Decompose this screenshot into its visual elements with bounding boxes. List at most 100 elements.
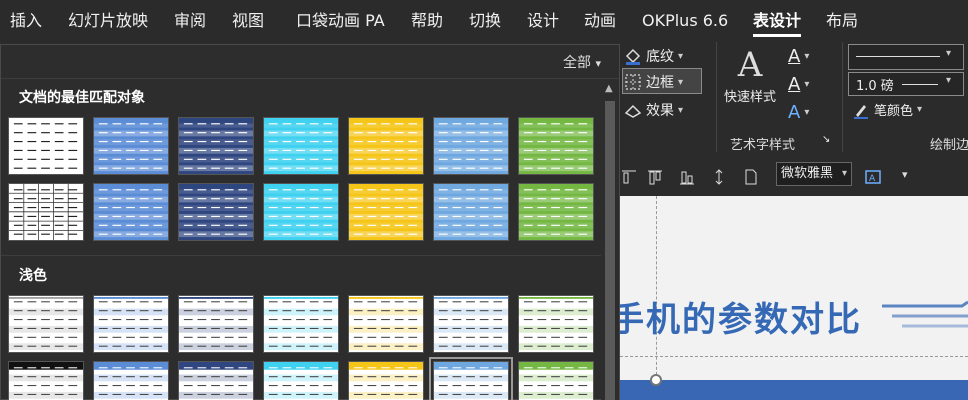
table-style-light-header-navy[interactable]	[178, 361, 254, 400]
distribute-rows-icon[interactable]	[710, 168, 728, 186]
ribbon-separator	[842, 42, 843, 152]
draw-borders-group-label: 绘制边	[930, 138, 968, 153]
font-name-value: 微软雅黑	[781, 166, 834, 181]
shading-label: 底纹	[646, 49, 674, 65]
chevron-down-icon: ▾	[678, 50, 684, 62]
align-top-icon[interactable]	[620, 168, 638, 186]
border-button[interactable]: 边框 ▾	[624, 72, 683, 92]
table-style-medium-grid-plain[interactable]	[8, 183, 84, 241]
text-outline-icon: A	[788, 74, 801, 95]
tab-view[interactable]: 视图	[232, 0, 264, 42]
ribbon-panel: 底纹 ▾ 边框 ▾ 效果 ▾ A 快速样式 A ▾ A ▾ A ▾ 艺术字样式 ↘ ▾…	[620, 42, 968, 158]
text-effects-icon: A	[788, 102, 801, 123]
table-style-light-header-green[interactable]	[518, 361, 594, 400]
decorative-stripes	[882, 300, 968, 328]
table-style-light-header-sky[interactable]	[429, 357, 513, 400]
pen-color-label: 笔颜色	[874, 104, 914, 119]
pen-icon	[852, 101, 870, 119]
tab-animations[interactable]: 动画	[584, 0, 616, 42]
table-style-medium-green[interactable]	[518, 117, 594, 175]
table-style-light-header-plain[interactable]	[8, 361, 84, 400]
quick-styles-button[interactable]: A 快速样式	[724, 46, 776, 105]
tab-slideshow[interactable]: 幻灯片放映	[68, 0, 148, 42]
section-divider	[1, 255, 601, 256]
tab-pocket-animation[interactable]: 口袋动画 PA	[296, 0, 385, 42]
table-header-row[interactable]	[620, 380, 968, 400]
page-icon[interactable]	[742, 168, 760, 186]
table-style-light-header-cyan[interactable]	[263, 361, 339, 400]
rotate-handle[interactable]	[650, 374, 662, 386]
wordart-a-icon: A	[737, 45, 763, 85]
tab-layout[interactable]: 布局	[826, 0, 858, 42]
light-section-label: 浅色	[19, 268, 47, 284]
border-grid-icon	[624, 73, 642, 91]
table-style-medium-grid-gold[interactable]	[348, 183, 424, 241]
pen-style-line	[856, 56, 940, 57]
ribbon-separator	[716, 42, 717, 152]
table-style-light-plain[interactable]	[8, 295, 84, 353]
table-style-light-gold[interactable]	[348, 295, 424, 353]
paint-bucket-icon	[624, 47, 642, 65]
table-style-medium-grid-sky[interactable]	[433, 183, 509, 241]
text-effects-button[interactable]: A ▾	[788, 102, 809, 123]
chevron-down-icon[interactable]: ▾	[902, 168, 908, 181]
table-style-light-navy[interactable]	[178, 295, 254, 353]
svg-text:A: A	[869, 174, 876, 184]
scroll-up-icon[interactable]: ▲	[605, 83, 613, 94]
ribbon-tab-bar: 插入 幻灯片放映 审阅 视图 口袋动画 PA 帮助 切换 设计 动画 OKPlu…	[0, 0, 968, 42]
table-style-medium-grid-green[interactable]	[518, 183, 594, 241]
tab-table-design[interactable]: 表设计	[753, 0, 802, 42]
text-box-icon[interactable]: A	[864, 168, 882, 186]
shading-button[interactable]: 底纹 ▾	[624, 46, 683, 66]
align-middle-icon[interactable]	[646, 168, 664, 186]
dialog-launcher-icon[interactable]: ↘	[822, 134, 830, 145]
chevron-down-icon: ▾	[946, 48, 952, 59]
table-style-light-blue[interactable]	[93, 295, 169, 353]
table-styles-gallery: 全部 ▾ 文档的最佳匹配对象 浅色 ▲	[0, 44, 620, 400]
gallery-header: 全部 ▾	[1, 45, 619, 79]
pen-color-button[interactable]: 笔颜色 ▾	[852, 100, 922, 119]
chevron-down-icon: ▾	[841, 168, 847, 179]
table-style-medium-grid-blue[interactable]	[93, 183, 169, 241]
table-style-medium-gold[interactable]	[348, 117, 424, 175]
tab-okplus[interactable]: OKPlus 6.6	[642, 0, 728, 42]
text-outline-button[interactable]: A ▾	[788, 74, 809, 95]
tab-design[interactable]: 设计	[527, 0, 559, 42]
chevron-down-icon: ▾	[678, 104, 684, 116]
scrollbar-thumb[interactable]	[605, 101, 615, 400]
tab-review[interactable]: 审阅	[174, 0, 206, 42]
pen-weight-value: 1.0 磅	[856, 75, 938, 94]
align-bottom-icon[interactable]	[678, 168, 696, 186]
slide-canvas[interactable]: 手机的参数对比	[620, 196, 968, 400]
guide-line	[620, 356, 968, 357]
table-style-medium-cyan[interactable]	[263, 117, 339, 175]
text-fill-button[interactable]: A ▾	[788, 46, 809, 67]
slide-title[interactable]: 手机的参数对比	[620, 292, 862, 341]
gallery-scrollbar[interactable]: ▲	[601, 79, 619, 400]
effects-button[interactable]: 效果 ▾	[624, 100, 683, 120]
tab-help[interactable]: 帮助	[411, 0, 443, 42]
table-style-light-cyan[interactable]	[263, 295, 339, 353]
best-match-section-label: 文档的最佳匹配对象	[19, 90, 145, 106]
table-style-light-header-blue[interactable]	[93, 361, 169, 400]
font-name-input[interactable]: 微软雅黑 ▾	[776, 162, 852, 186]
table-style-medium-grid-navy[interactable]	[178, 183, 254, 241]
table-style-medium-blue[interactable]	[93, 117, 169, 175]
table-style-medium-sky[interactable]	[433, 117, 509, 175]
table-style-light-green[interactable]	[518, 295, 594, 353]
table-style-medium-grid-cyan[interactable]	[263, 183, 339, 241]
tab-transitions[interactable]: 切换	[469, 0, 501, 42]
table-style-light-header-gold[interactable]	[348, 361, 424, 400]
chevron-down-icon: ▾	[946, 75, 952, 86]
effects-label: 效果	[646, 103, 674, 119]
chevron-down-icon: ▾	[678, 76, 684, 88]
tab-insert[interactable]: 插入	[10, 0, 42, 42]
wordart-group-label: 艺术字样式	[730, 138, 796, 153]
table-style-medium-navy[interactable]	[178, 117, 254, 175]
text-fill-icon: A	[788, 46, 801, 67]
table-style-light-sky[interactable]	[433, 295, 509, 353]
effects-icon	[624, 101, 642, 119]
table-style-medium-plain[interactable]	[8, 117, 84, 175]
filter-all-dropdown[interactable]: 全部 ▾	[563, 52, 601, 72]
quick-styles-label: 快速样式	[724, 90, 777, 105]
